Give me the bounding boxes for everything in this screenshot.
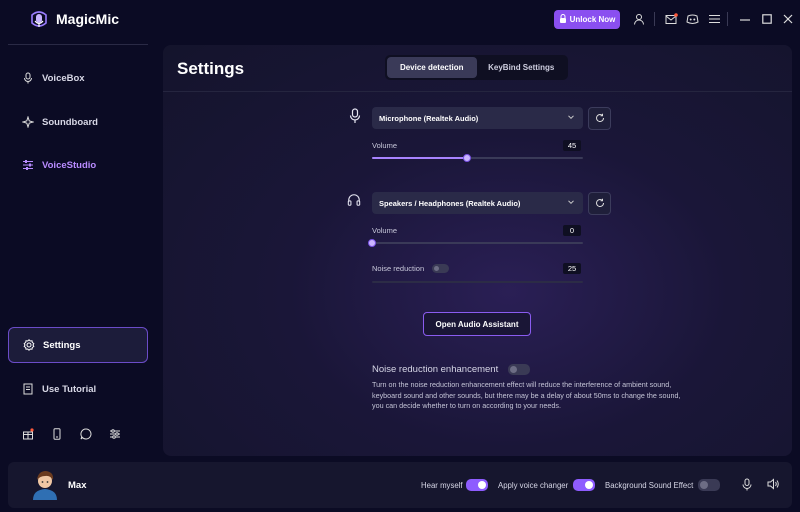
filter-icon[interactable]: [109, 428, 121, 440]
microphone-volume-value: 45: [563, 140, 581, 151]
sidebar-item-settings[interactable]: Settings: [8, 327, 148, 363]
speakers-volume-slider[interactable]: [368, 239, 583, 247]
noise-reduction-toggle[interactable]: [432, 264, 449, 273]
refresh-icon: [595, 110, 605, 128]
noise-enhancement-description: Turn on the noise reduction enhancement …: [372, 380, 681, 410]
sidebar-bottom-icons: [22, 428, 121, 440]
sidebar-divider: [8, 44, 148, 45]
noise-reduction-slider: [372, 281, 583, 283]
header-divider: [163, 91, 792, 92]
sliders-icon: [22, 159, 34, 171]
sidebar-item-use-tutorial[interactable]: Use Tutorial: [8, 371, 148, 407]
user-account-icon[interactable]: [632, 12, 646, 26]
whatsapp-icon[interactable]: [80, 428, 92, 440]
headphones-icon: [347, 193, 361, 207]
page-title: Settings: [177, 59, 245, 78]
microphone-icon: [22, 72, 34, 84]
microphone-device-value: Microphone (Realtek Audio): [379, 113, 479, 123]
settings-panel: Settings Device detection KeyBind Settin…: [163, 45, 792, 456]
noise-reduction-value: 25: [563, 263, 581, 274]
speaker-volume-icon[interactable]: [766, 477, 780, 491]
maximize-icon[interactable]: [760, 12, 774, 26]
hear-myself-label: Hear myself: [421, 481, 463, 490]
titlebar-divider: [654, 12, 655, 26]
sidebar-item-label: Use Tutorial: [42, 383, 97, 395]
sidebar-item-label: VoiceBox: [42, 72, 85, 84]
menu-icon[interactable]: [707, 12, 721, 26]
settings-tabs: Device detection KeyBind Settings: [385, 55, 568, 80]
lock-icon: [559, 14, 567, 25]
sidebar-item-label: VoiceStudio: [42, 159, 97, 171]
magicmic-logo-icon: [28, 9, 50, 31]
avatar[interactable]: [28, 466, 62, 500]
chevron-down-icon: [568, 200, 574, 205]
background-sound-effect-label: Background Sound Effect: [605, 481, 694, 490]
microphone-refresh-button[interactable]: [588, 107, 611, 130]
slider-thumb[interactable]: [463, 154, 471, 162]
microphone-volume-slider[interactable]: [372, 154, 583, 162]
gift-icon[interactable]: [22, 428, 34, 440]
speakers-device-value: Speakers / Headphones (Realtek Audio): [379, 198, 521, 208]
refresh-icon: [595, 195, 605, 213]
sidebar-item-soundboard[interactable]: Soundboard: [8, 104, 148, 140]
sidebar-item-voicebox[interactable]: VoiceBox: [8, 60, 148, 96]
user-name: Max: [68, 480, 87, 491]
hear-myself-toggle[interactable]: [466, 479, 488, 491]
background-sound-effect-toggle[interactable]: [698, 479, 720, 491]
gear-icon: [23, 339, 35, 351]
speakers-refresh-button[interactable]: [588, 192, 611, 215]
noise-enhancement-toggle[interactable]: [508, 364, 530, 375]
microphone-icon: [348, 108, 362, 123]
unlock-now-label: Unlock Now: [569, 15, 616, 24]
microphone-volume-label: Volume: [372, 141, 398, 150]
open-audio-assistant-button[interactable]: Open Audio Assistant: [423, 312, 531, 336]
chevron-down-icon: [568, 115, 574, 120]
bottom-bar: Max Hear myself Apply voice changer Back…: [8, 462, 792, 508]
tab-keybind-settings[interactable]: KeyBind Settings: [477, 57, 567, 78]
book-icon: [22, 383, 34, 395]
noise-reduction-label: Noise reduction: [372, 264, 425, 273]
slider-thumb[interactable]: [368, 239, 376, 247]
title-bar: MagicMic Unlock Now: [0, 0, 800, 38]
apply-voice-changer-toggle[interactable]: [573, 479, 595, 491]
speakers-select[interactable]: Speakers / Headphones (Realtek Audio): [372, 192, 583, 214]
sidebar-item-label: Settings: [43, 339, 81, 351]
speakers-volume-value: 0: [563, 225, 581, 236]
microphone-icon[interactable]: [740, 477, 754, 491]
app-name: MagicMic: [56, 11, 120, 27]
close-icon[interactable]: [781, 12, 795, 26]
minimize-icon[interactable]: [738, 12, 752, 26]
microphone-select[interactable]: Microphone (Realtek Audio): [372, 107, 583, 129]
slider-fill: [372, 157, 467, 159]
apply-voice-changer-label: Apply voice changer: [498, 481, 569, 490]
sparkle-icon: [22, 116, 34, 128]
phone-icon[interactable]: [51, 428, 63, 440]
mail-icon[interactable]: [664, 12, 678, 26]
discord-icon[interactable]: [685, 12, 699, 26]
titlebar-divider: [727, 12, 728, 26]
tab-device-detection[interactable]: Device detection: [387, 57, 477, 78]
unlock-now-button[interactable]: Unlock Now: [554, 10, 620, 29]
noise-enhancement-label: Noise reduction enhancement: [372, 364, 499, 375]
sidebar-item-voicestudio[interactable]: VoiceStudio: [8, 147, 148, 183]
sidebar-item-label: Soundboard: [42, 116, 98, 128]
speakers-volume-label: Volume: [372, 226, 398, 235]
